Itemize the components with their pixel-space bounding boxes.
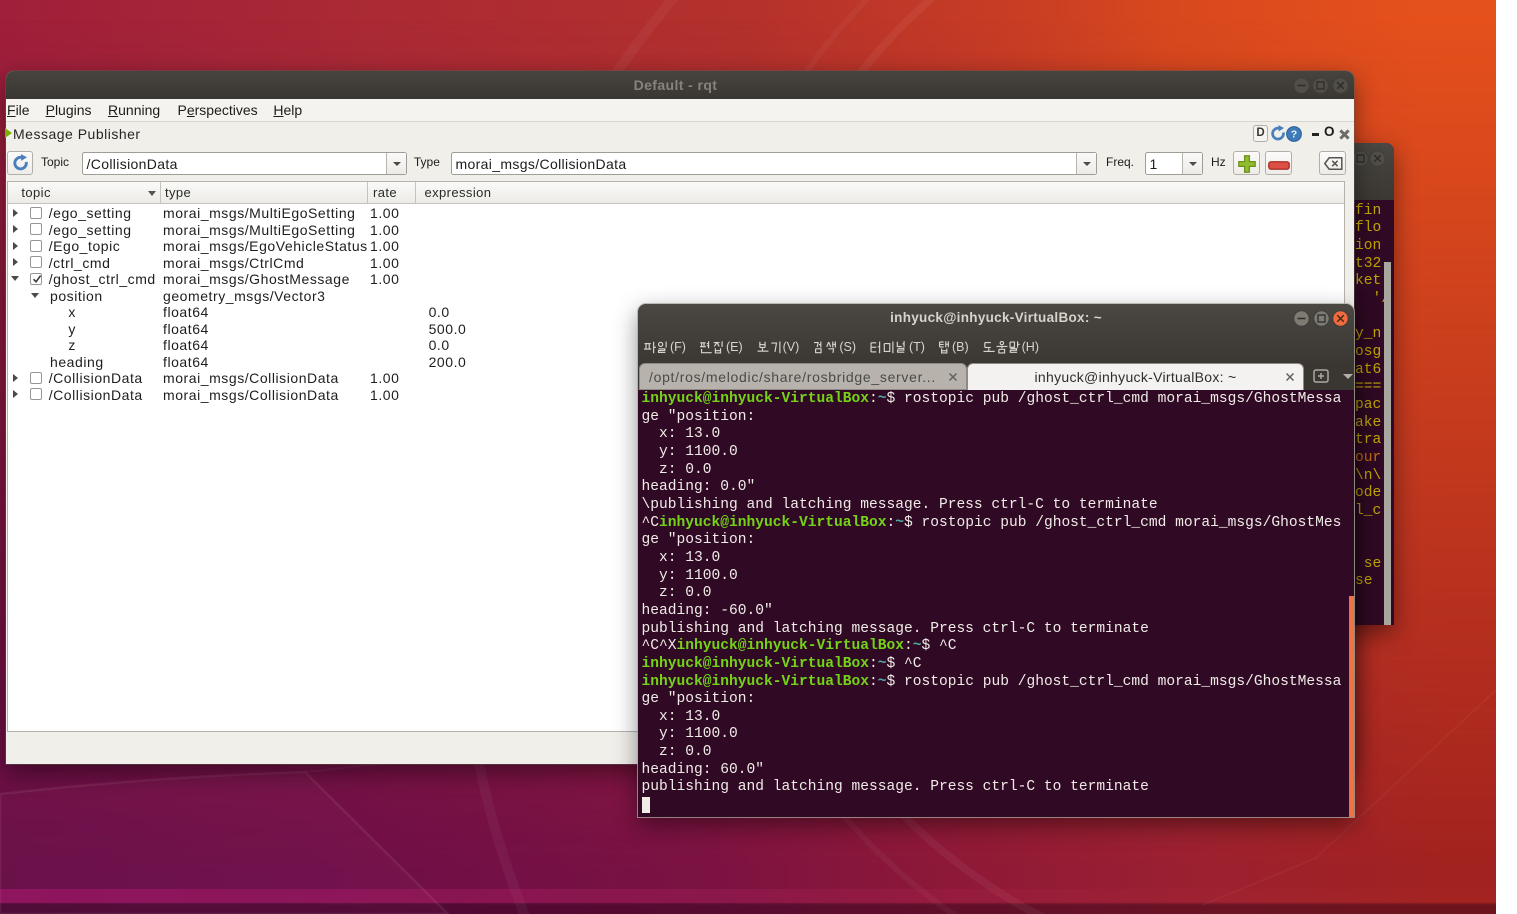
svg-text:?: ?	[1291, 129, 1297, 141]
